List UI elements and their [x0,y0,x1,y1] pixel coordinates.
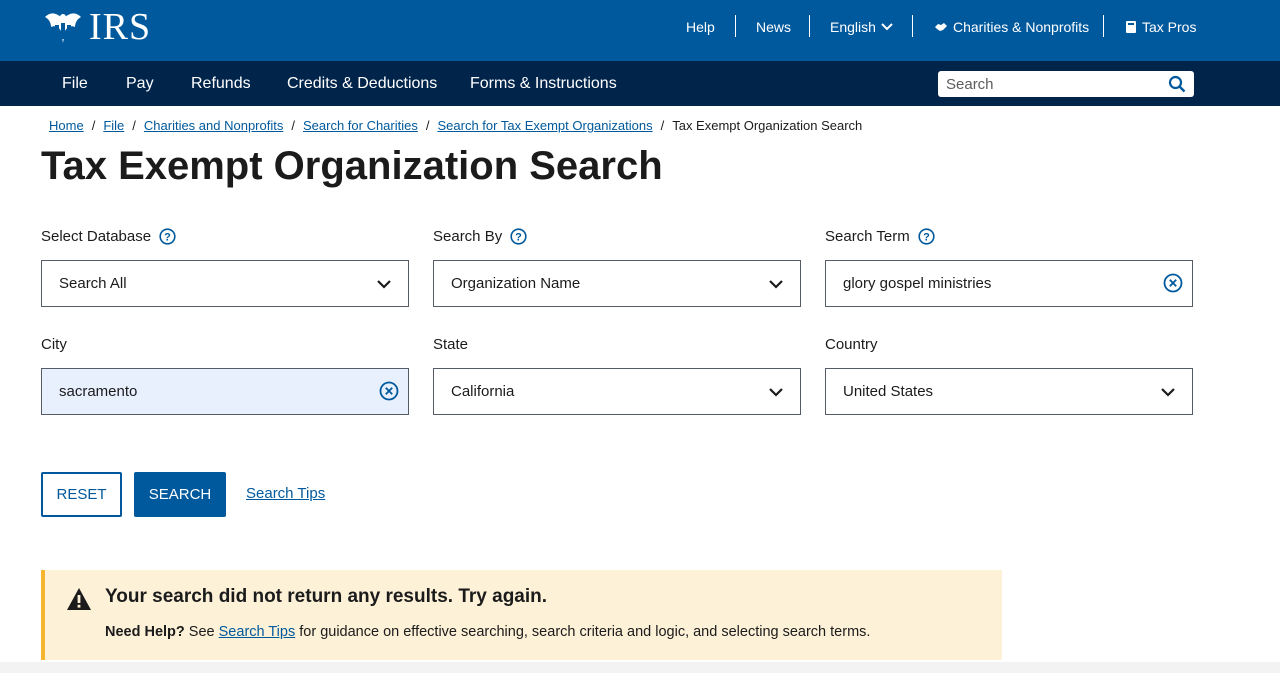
language-selector[interactable]: English [830,19,893,35]
tax-pros-link-wrap: Tax Pros [1125,15,1196,39]
breadcrumb-link-file[interactable]: File [103,118,124,133]
search-by-value: Organization Name [451,275,581,292]
breadcrumb-link-search-charities[interactable]: Search for Charities [303,118,418,133]
main-navigation: File Pay Refunds Credits & Deductions Fo… [0,61,1280,106]
tax-pros-link[interactable]: Tax Pros [1125,19,1196,35]
language-label: English [830,19,876,35]
chevron-down-icon [377,280,391,289]
state-label-wrap: State [433,336,468,353]
help-link[interactable]: Help [686,19,715,35]
city-label-wrap: City [41,336,67,353]
warning-icon [67,588,91,610]
search-term-value: glory gospel ministries [843,275,992,292]
language-selector-wrap: English [830,15,893,39]
breadcrumb-separator: / [132,118,136,133]
clear-icon[interactable] [379,381,399,401]
breadcrumb-link-charities[interactable]: Charities and Nonprofits [144,118,283,133]
top-utility-bar: IRS Help News English Charities & Nonpro… [0,0,1280,61]
breadcrumb-separator: / [291,118,295,133]
search-by-label: Search By [433,228,503,245]
nav-item-refunds[interactable]: Refunds [191,61,251,106]
search-button[interactable]: SEARCH [134,472,226,517]
select-database-value: Search All [59,275,127,292]
state-value: California [451,383,515,400]
breadcrumb-separator: / [91,118,96,133]
svg-text:?: ? [515,231,522,243]
breadcrumb: Home / File / Charities and Nonprofits /… [49,118,862,133]
svg-text:?: ? [923,231,930,243]
search-icon[interactable] [1168,75,1186,93]
svg-text:?: ? [164,231,171,243]
utility-divider [809,15,810,37]
nav-item-forms-instructions[interactable]: Forms & Instructions [470,61,617,106]
nav-item-credits-deductions[interactable]: Credits & Deductions [287,61,437,106]
book-icon [1126,21,1136,33]
utility-divider [735,15,736,37]
news-link-wrap: News [756,15,791,39]
help-question-icon[interactable]: ? [918,228,935,245]
help-link-wrap: Help [686,15,715,39]
country-dropdown[interactable]: United States [825,368,1193,415]
breadcrumb-link-search-tax-exempt[interactable]: Search for Tax Exempt Organizations [438,118,653,133]
country-label: Country [825,336,878,353]
breadcrumb-separator: / [660,118,665,133]
site-search-input[interactable] [938,72,1158,96]
breadcrumb-current: Tax Exempt Organization Search [672,118,863,133]
chevron-down-icon [769,280,783,289]
breadcrumb-link-home[interactable]: Home [49,118,84,133]
clear-icon[interactable] [1163,273,1183,293]
charities-nonprofits-label: Charities & Nonprofits [953,19,1090,35]
nav-item-file[interactable]: File [62,61,88,106]
alert-title: Your search did not return any results. … [105,586,548,607]
select-database-label-wrap: Select Database ? [41,228,176,245]
city-label: City [41,336,67,353]
city-input[interactable]: sacramento [41,368,409,415]
chevron-down-icon [881,23,893,31]
state-label: State [433,336,469,353]
chevron-down-icon [1161,388,1175,397]
state-dropdown[interactable]: California [433,368,801,415]
nav-item-pay[interactable]: Pay [126,61,154,106]
search-by-label-wrap: Search By ? [433,228,527,245]
charities-link-wrap: Charities & Nonprofits [934,15,1089,39]
alert-help-post: for guidance on effective searching, sea… [299,624,871,640]
search-term-label: Search Term [825,228,910,245]
select-database-label: Select Database [41,228,152,245]
alert-help-bold: Need Help? [105,624,185,640]
search-term-label-wrap: Search Term ? [825,228,935,245]
alert-search-tips-link[interactable]: Search Tips [219,624,296,640]
breadcrumb-separator: / [425,118,430,133]
page-bottom-edge [0,662,1280,673]
search-by-dropdown[interactable]: Organization Name [433,260,801,307]
page-title: Tax Exempt Organization Search [41,144,663,188]
tax-pros-label: Tax Pros [1142,19,1197,35]
help-question-icon[interactable]: ? [510,228,527,245]
alert-help-pre: See [188,624,215,640]
irs-logo[interactable]: IRS [41,6,152,48]
news-link[interactable]: News [756,19,791,35]
handshake-icon [935,23,947,31]
search-tips-link[interactable]: Search Tips [246,485,325,502]
no-results-alert: Your search did not return any results. … [41,570,1002,660]
search-term-input[interactable]: glory gospel ministries [825,260,1193,307]
alert-body: Need Help? See Search Tips for guidance … [105,624,870,640]
city-value: sacramento [59,383,138,400]
help-question-icon[interactable]: ? [159,228,176,245]
chevron-down-icon [769,388,783,397]
utility-divider [1103,15,1104,37]
country-value: United States [843,383,934,400]
site-search [938,71,1194,97]
country-label-wrap: Country [825,336,878,353]
eagle-icon [45,13,81,43]
utility-divider [912,15,913,37]
reset-button[interactable]: RESET [41,472,122,517]
select-database-dropdown[interactable]: Search All [41,260,409,307]
charities-nonprofits-link[interactable]: Charities & Nonprofits [934,19,1089,35]
logo-text: IRS [89,6,152,48]
